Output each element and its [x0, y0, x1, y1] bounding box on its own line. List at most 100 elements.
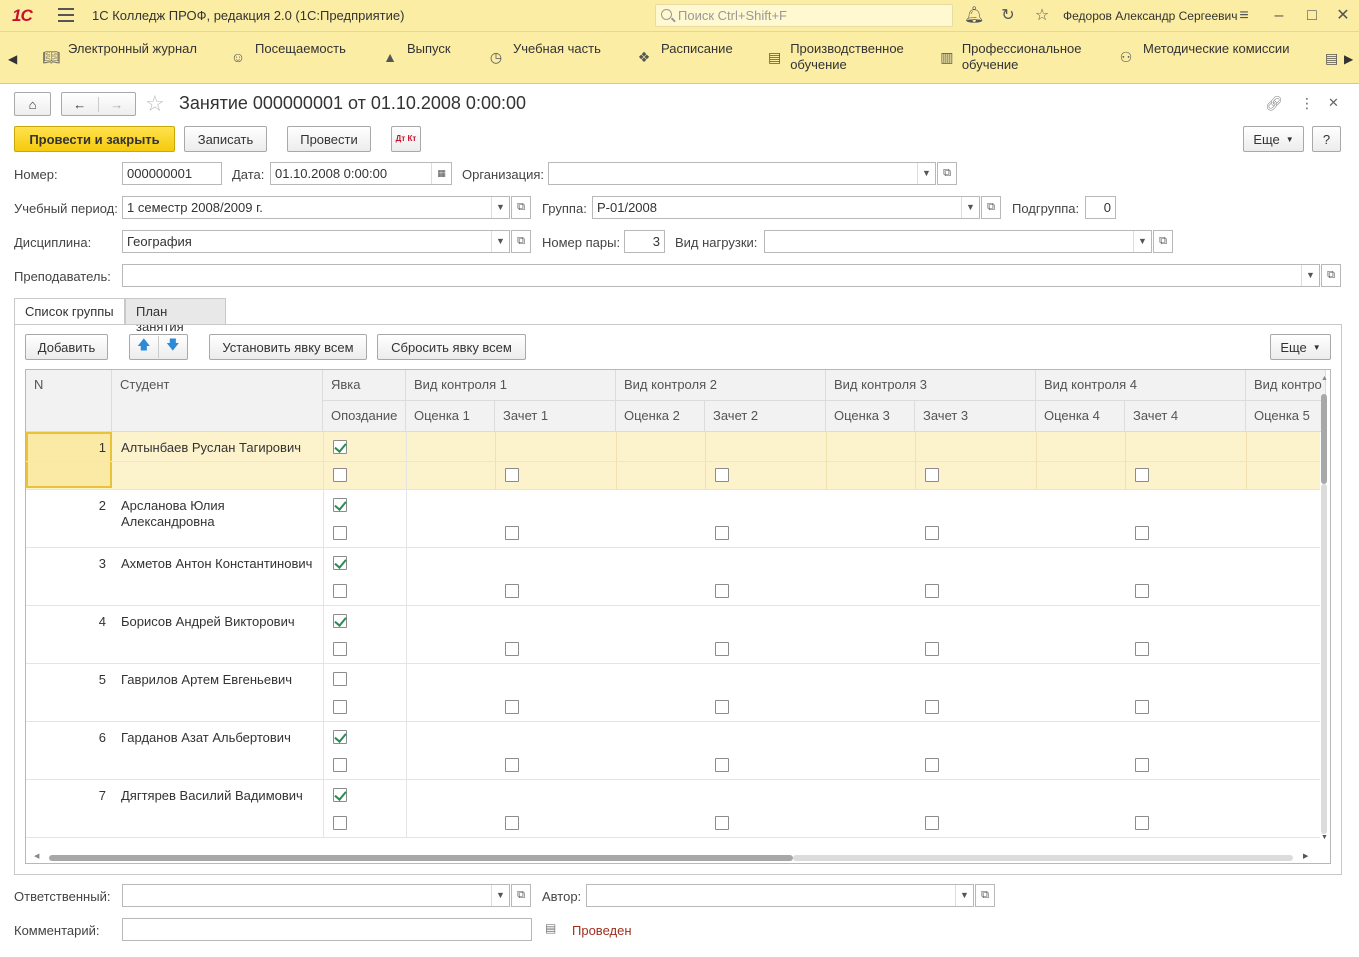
- horizontal-scroll-track[interactable]: [793, 855, 1293, 861]
- pass-1-checkbox[interactable]: [505, 700, 519, 714]
- scroll-down-icon[interactable]: ▼: [1321, 834, 1328, 841]
- vertical-scrollbar[interactable]: [1321, 378, 1327, 836]
- open-icon[interactable]: ⧉: [1153, 230, 1173, 253]
- chevron-down-icon[interactable]: ▼: [1133, 231, 1151, 252]
- open-icon[interactable]: ⧉: [975, 884, 995, 907]
- period-field[interactable]: 1 семестр 2008/2009 г. ▼: [122, 196, 510, 219]
- move-up-icon[interactable]: 🡅︎: [130, 336, 159, 358]
- menu-icon[interactable]: [58, 8, 74, 22]
- table-row[interactable]: 2 Арсланова Юлия Александровна: [26, 490, 1320, 548]
- user-name[interactable]: Федоров Александр Сергеевич: [1063, 9, 1237, 23]
- add-button[interactable]: Добавить: [25, 334, 108, 360]
- table-row[interactable]: 4 Борисов Андрей Викторович: [26, 606, 1320, 664]
- open-icon[interactable]: ⧉: [981, 196, 1001, 219]
- pass-4-checkbox[interactable]: [1135, 526, 1149, 540]
- attendance-checkbox[interactable]: [333, 788, 347, 802]
- star-icon[interactable]: ☆: [1032, 6, 1052, 26]
- late-checkbox[interactable]: [333, 468, 347, 482]
- nav-right-arrow-icon[interactable]: ▶: [1344, 52, 1353, 66]
- pass-4-checkbox[interactable]: [1135, 642, 1149, 656]
- open-icon[interactable]: ⧉: [511, 230, 531, 253]
- close-form-icon[interactable]: ✕: [1328, 95, 1339, 111]
- nav-item-graduation[interactable]: ▲ Выпуск: [381, 41, 451, 66]
- org-field[interactable]: ▼: [548, 162, 936, 185]
- attendance-checkbox[interactable]: [333, 672, 347, 686]
- header-pass-1[interactable]: Зачет 1: [495, 401, 616, 432]
- pass-3-checkbox[interactable]: [925, 468, 939, 482]
- header-student[interactable]: Студент: [112, 370, 323, 432]
- load-field[interactable]: ▼: [764, 230, 1152, 253]
- horizontal-scroll-thumb[interactable]: [49, 855, 793, 861]
- pass-2-checkbox[interactable]: [715, 526, 729, 540]
- scroll-right-icon[interactable]: ▶: [1303, 852, 1308, 860]
- pass-4-checkbox[interactable]: [1135, 816, 1149, 830]
- chevron-down-icon[interactable]: ▼: [491, 885, 509, 906]
- header-late[interactable]: Опоздание: [323, 401, 406, 432]
- header-control-4[interactable]: Вид контроля 4: [1036, 370, 1246, 401]
- header-grade-2[interactable]: Оценка 2: [616, 401, 705, 432]
- status-badge[interactable]: Проведен: [572, 923, 632, 938]
- header-pass-4[interactable]: Зачет 4: [1125, 401, 1246, 432]
- number-field[interactable]: 000000001: [122, 162, 222, 185]
- header-pass-3[interactable]: Зачет 3: [915, 401, 1036, 432]
- pass-3-checkbox[interactable]: [925, 642, 939, 656]
- pass-1-checkbox[interactable]: [505, 642, 519, 656]
- pass-4-checkbox[interactable]: [1135, 700, 1149, 714]
- more-button[interactable]: Еще ▼: [1243, 126, 1304, 152]
- header-grade-1[interactable]: Оценка 1: [406, 401, 495, 432]
- nav-item-industrial[interactable]: ▤ Производственное обучение: [767, 41, 937, 73]
- pass-1-checkbox[interactable]: [505, 816, 519, 830]
- table-row[interactable]: 7 Дягтярев Василий Вадимович: [26, 780, 1320, 838]
- chevron-down-icon[interactable]: ▼: [1301, 265, 1319, 286]
- pass-2-checkbox[interactable]: [715, 758, 729, 772]
- pass-1-checkbox[interactable]: [505, 526, 519, 540]
- header-control-3[interactable]: Вид контроля 3: [826, 370, 1036, 401]
- pass-2-checkbox[interactable]: [715, 700, 729, 714]
- late-checkbox[interactable]: [333, 700, 347, 714]
- open-icon[interactable]: ⧉: [511, 884, 531, 907]
- header-control-1[interactable]: Вид контроля 1: [406, 370, 616, 401]
- post-button[interactable]: Провести: [287, 126, 371, 152]
- late-checkbox[interactable]: [333, 526, 347, 540]
- minimize-icon[interactable]: –: [1269, 6, 1289, 26]
- table-row[interactable]: 3 Ахметов Антон Константинович: [26, 548, 1320, 606]
- attendance-checkbox[interactable]: [333, 440, 347, 454]
- bell-icon[interactable]: 🔔︎: [964, 6, 984, 26]
- header-grade-5[interactable]: Оценка 5: [1246, 401, 1326, 432]
- pass-3-checkbox[interactable]: [925, 526, 939, 540]
- attendance-checkbox[interactable]: [333, 614, 347, 628]
- pass-3-checkbox[interactable]: [925, 758, 939, 772]
- open-icon[interactable]: ⧉: [511, 196, 531, 219]
- set-attendance-all-button[interactable]: Установить явку всем: [209, 334, 367, 360]
- pass-1-checkbox[interactable]: [505, 584, 519, 598]
- author-field[interactable]: ▼: [586, 884, 974, 907]
- pass-3-checkbox[interactable]: [925, 584, 939, 598]
- nav-item-professional[interactable]: ▥ Профессиональное обучение: [940, 41, 1100, 73]
- subgroup-field[interactable]: 0: [1085, 196, 1116, 219]
- attendance-checkbox[interactable]: [333, 498, 347, 512]
- pass-2-checkbox[interactable]: [715, 584, 729, 598]
- home-button[interactable]: ⌂: [14, 92, 51, 116]
- post-and-close-button[interactable]: Провести и закрыть: [14, 126, 175, 152]
- pass-4-checkbox[interactable]: [1135, 584, 1149, 598]
- move-down-icon[interactable]: 🡇︎: [159, 336, 187, 358]
- header-grade-3[interactable]: Оценка 3: [826, 401, 915, 432]
- header-n[interactable]: N: [26, 370, 112, 432]
- header-control-2[interactable]: Вид контроля 2: [616, 370, 826, 401]
- comment-field[interactable]: [122, 918, 532, 941]
- responsible-field[interactable]: ▼: [122, 884, 510, 907]
- attendance-checkbox[interactable]: [333, 556, 347, 570]
- group-field[interactable]: Р-01/2008 ▼: [592, 196, 980, 219]
- pass-4-checkbox[interactable]: [1135, 758, 1149, 772]
- save-button[interactable]: Записать: [184, 126, 267, 152]
- nav-item-academic[interactable]: ◷ Учебная часть: [487, 41, 601, 66]
- help-button[interactable]: ?: [1312, 126, 1341, 152]
- table-row[interactable]: 6 Гарданов Азат Альбертович: [26, 722, 1320, 780]
- tab-lesson-plan[interactable]: План занятия: [125, 298, 226, 334]
- pass-4-checkbox[interactable]: [1135, 468, 1149, 482]
- open-icon[interactable]: ⧉: [1321, 264, 1341, 287]
- table-row[interactable]: 5 Гаврилов Артем Евгеньевич: [26, 664, 1320, 722]
- attendance-checkbox[interactable]: [333, 730, 347, 744]
- chevron-down-icon[interactable]: ▼: [491, 231, 509, 252]
- tab-group-list[interactable]: Список группы: [14, 298, 125, 325]
